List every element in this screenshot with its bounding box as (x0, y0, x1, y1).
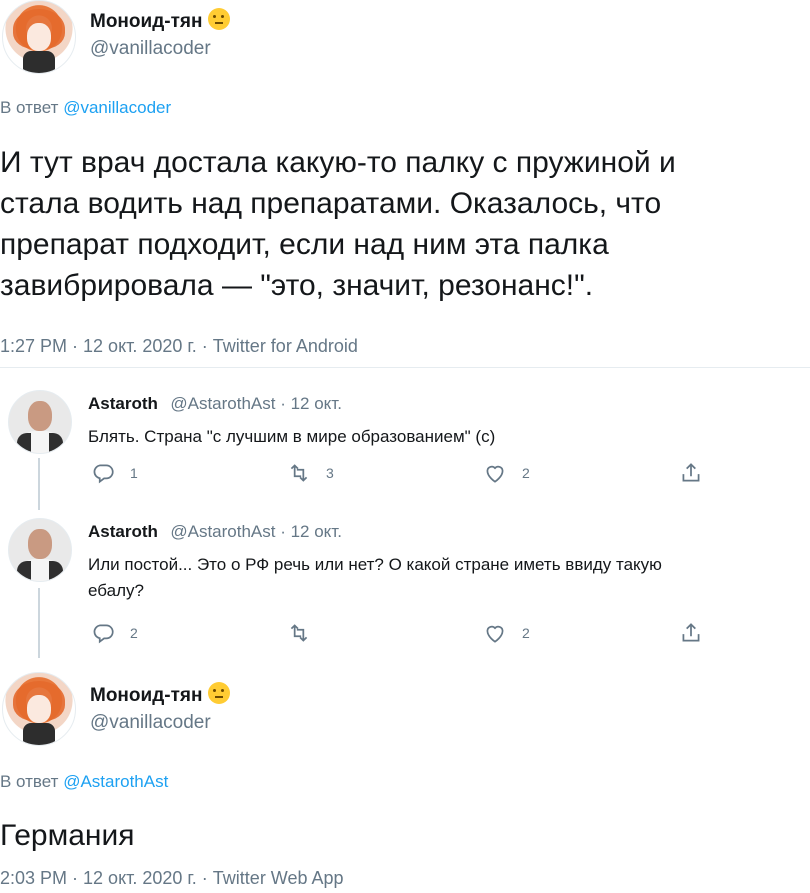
avatar[interactable] (8, 390, 72, 454)
reply-to-link[interactable]: @AstarothAst (63, 772, 168, 791)
reply-context: В ответ @vanillacoder (0, 98, 172, 117)
heart-icon (486, 625, 504, 643)
reply-context: В ответ @AstarothAst (0, 772, 169, 791)
reply-icon (93, 624, 114, 644)
thinking-face-emoji-icon (208, 682, 231, 704)
tweet-text: Германия (0, 819, 135, 852)
reply-author-name[interactable]: Astaroth (88, 522, 158, 541)
reply-header: Astaroth @AstarothAst · 12 окт. (88, 522, 342, 542)
share-button[interactable] (678, 460, 718, 486)
share-icon (682, 623, 700, 642)
avatar[interactable] (2, 672, 76, 746)
reply-handle-date[interactable]: @AstarothAst · 12 окт. (170, 522, 342, 541)
divider (0, 367, 810, 368)
thinking-face-emoji-icon (208, 8, 231, 30)
like-button[interactable]: 2 (482, 460, 530, 486)
avatar[interactable] (8, 518, 72, 582)
reply-text: Или постой... Это о РФ речь или нет? О к… (88, 555, 662, 600)
author-handle[interactable]: @vanillacoder (90, 38, 211, 60)
share-button[interactable] (678, 620, 718, 646)
share-icon (682, 463, 700, 482)
reply-author-name[interactable]: Astaroth (88, 394, 158, 413)
reply-header: Astaroth @AstarothAst · 12 окт. (88, 394, 342, 414)
reply-icon (93, 464, 114, 484)
heart-icon (486, 465, 504, 483)
retweet-icon (290, 464, 308, 482)
tweet-meta[interactable]: 1:27 PM · 12 окт. 2020 г. · Twitter for … (0, 336, 358, 357)
tweet-text: И тут врач достала какую-то палку с пруж… (0, 146, 676, 302)
like-button[interactable]: 2 (482, 620, 530, 646)
author-name[interactable]: Моноид-тян (90, 682, 231, 707)
tweet-meta[interactable]: 2:03 PM · 12 окт. 2020 г. · Twitter Web … (0, 868, 344, 889)
retweet-button[interactable]: 3 (286, 460, 334, 486)
reply-button[interactable]: 1 (90, 460, 138, 486)
avatar[interactable] (2, 0, 76, 74)
reply-button[interactable]: 2 (90, 620, 138, 646)
reply-text: Блять. Страна "с лучшим в мире образован… (88, 427, 496, 446)
thread-line (38, 458, 40, 510)
retweet-button[interactable] (286, 620, 326, 646)
author-handle[interactable]: @vanillacoder (90, 712, 211, 734)
reply-handle-date[interactable]: @AstarothAst · 12 окт. (170, 394, 342, 413)
thread-line (38, 588, 40, 658)
author-name[interactable]: Моноид-тян (90, 8, 231, 33)
reply-to-link[interactable]: @vanillacoder (63, 98, 171, 117)
retweet-icon (290, 624, 308, 642)
